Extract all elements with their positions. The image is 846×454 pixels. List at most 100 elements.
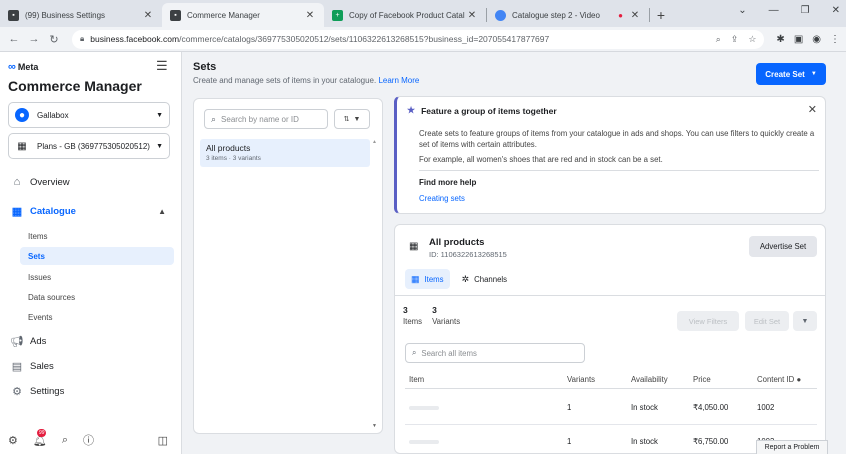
extension-icons: ✱ ▣ ◉ ⋮ [776, 34, 840, 45]
search-placeholder: Search all items [421, 348, 477, 358]
share-icon[interactable]: ⇪ [731, 34, 739, 45]
page-subtitle: Create and manage sets of items in your … [193, 76, 419, 85]
close-icon[interactable]: ✕ [142, 10, 154, 21]
extensions-icon[interactable]: ✱ [776, 34, 784, 45]
forward-icon[interactable]: → [26, 33, 42, 45]
catalogue-grid-icon: ▦ [11, 205, 23, 218]
tab-items[interactable]: ▦ Items [405, 269, 450, 289]
create-set-button[interactable]: Create Set ▼ [756, 63, 826, 85]
sidebar-item-ads[interactable]: 📢︎ Ads [8, 331, 174, 351]
scroll-down-icon[interactable]: ▼ [372, 423, 377, 429]
restore-icon[interactable]: ❐ [801, 5, 810, 16]
sidebar-item-issues[interactable]: Issues [20, 268, 174, 286]
set-grid-icon: ▦ [409, 241, 419, 252]
hamburger-menu-icon[interactable]: ☰ [156, 58, 168, 74]
url-field[interactable]: 🔒︎ business.facebook.com/commerce/catalo… [72, 29, 765, 49]
facebook-icon: ▪ [8, 9, 19, 21]
tab-search-icon[interactable]: ⌄ [738, 5, 746, 16]
close-icon[interactable]: ✕ [466, 10, 478, 21]
menu-kebab-icon[interactable]: ⋮ [830, 34, 840, 45]
tab-channels[interactable]: ✲ Channels [456, 269, 514, 289]
catalog-selector[interactable]: ▦ Plans - GB (369775305020512) ▼ [8, 133, 170, 159]
column-header-label: Content ID [757, 375, 795, 384]
app-title: Commerce Manager [8, 78, 142, 94]
sidebar-item-events[interactable]: Events [20, 308, 174, 326]
advertise-set-button[interactable]: Advertise Set [749, 236, 817, 257]
set-meta: 3 items · 3 variants [206, 155, 261, 162]
sidebar-footer: ⚙ 🔔︎ 99 ⌕ ⓘ ◫ [8, 428, 174, 448]
home-icon: ⌂ [13, 176, 21, 188]
browser-tab-video[interactable]: Catalogue step 2 - Video ● ✕ [487, 3, 649, 27]
view-filters-button[interactable]: View Filters [677, 311, 739, 331]
edit-set-button[interactable]: Edit Set [745, 311, 789, 331]
column-header-price[interactable]: Price [693, 375, 711, 384]
scrollbar[interactable]: ▲ ▼ [372, 139, 378, 429]
page-title: Sets [193, 61, 217, 73]
creating-sets-link[interactable]: Creating sets [419, 194, 465, 203]
zoom-icon[interactable]: ⌕ [716, 34, 721, 45]
sidepanel-icon[interactable]: ▣ [794, 34, 803, 45]
sidebar-item-sets[interactable]: Sets [20, 247, 174, 265]
account-selector[interactable]: ● Gallabox ▼ [8, 102, 170, 128]
help-icon[interactable]: ⓘ [83, 432, 94, 448]
new-tab-icon[interactable]: + [650, 7, 672, 23]
close-window-icon[interactable]: ✕ [832, 5, 840, 16]
profile-icon[interactable]: ◉ [812, 34, 821, 45]
table-row[interactable]: 1 In stock ₹4,050.00 1002 [405, 391, 817, 425]
sets-search-input[interactable]: ⌕ Search by name or ID [204, 109, 328, 129]
gear-icon: ⚙ [12, 385, 22, 398]
browser-tab-commerce-manager[interactable]: ▪ Commerce Manager ✕ [162, 3, 324, 27]
cell-variants: 1 [567, 437, 572, 446]
info-icon: ● [796, 375, 802, 384]
address-bar-row: ← → ↻ 🔒︎ business.facebook.com/commerce/… [0, 27, 846, 52]
browser-tab-business-settings[interactable]: ▪ (99) Business Settings ✕ [0, 3, 162, 27]
account-name: Gallabox [37, 110, 69, 120]
commerce-icon: ▪ [170, 9, 181, 21]
browser-tab-sheets[interactable]: + Copy of Facebook Product Catal ✕ [324, 3, 486, 27]
sidebar-item-catalogue[interactable]: ▦ Catalogue ▲ [8, 201, 174, 221]
sidebar-item-data-sources[interactable]: Data sources [20, 288, 174, 306]
settings-gear-icon[interactable]: ⚙ [8, 434, 18, 447]
close-icon[interactable]: ✕ [808, 103, 817, 116]
scroll-up-icon[interactable]: ▲ [372, 139, 377, 145]
sidebar-item-items[interactable]: Items [20, 227, 174, 245]
notifications-icon[interactable]: 🔔︎ 99 [33, 428, 47, 447]
variants-count: 3 Variants [432, 305, 460, 326]
learn-more-link[interactable]: Learn More [378, 76, 419, 85]
sidebar-item-overview[interactable]: ⌂ Overview [8, 172, 174, 192]
report-problem-button[interactable]: Report a Problem [756, 440, 828, 454]
set-tabs: ▦ Items ✲ Channels [405, 269, 513, 289]
sort-button[interactable]: ⇅ ▼ [334, 109, 370, 129]
collapse-panel-icon[interactable]: ◫ [158, 434, 168, 447]
sidebar: ∞ Meta ☰ Commerce Manager ● Gallabox ▼ ▦ … [0, 52, 182, 454]
search-icon[interactable]: ⌕ [62, 434, 68, 447]
bookmark-star-icon[interactable]: ☆ [748, 34, 756, 45]
channels-icon: ✲ [461, 273, 470, 284]
video-icon [495, 9, 506, 21]
search-placeholder: Search by name or ID [221, 114, 299, 124]
url-path: /commerce/catalogs/369775305020512/sets/… [179, 34, 550, 44]
cell-price: ₹6,750.00 [693, 437, 729, 446]
cell-availability: In stock [631, 403, 658, 412]
column-header-availability[interactable]: Availability [631, 375, 668, 384]
column-header-variants[interactable]: Variants [567, 375, 595, 384]
column-header-item[interactable]: Item [409, 375, 424, 384]
column-header-content-id[interactable]: Content ID ● [757, 375, 801, 384]
info-card-description: Create sets to feature groups of items f… [419, 129, 815, 149]
reload-icon[interactable]: ↻ [46, 33, 62, 46]
minimize-icon[interactable]: — [769, 5, 779, 16]
close-icon[interactable]: ✕ [304, 10, 316, 21]
set-list-item[interactable]: All products 3 items · 3 variants [200, 139, 370, 167]
back-icon[interactable]: ← [6, 33, 22, 45]
sidebar-item-sales[interactable]: ▤ Sales [8, 356, 174, 376]
search-icon: ⌕ [211, 113, 217, 124]
more-options-button[interactable]: ▼ [793, 311, 817, 331]
variants-count-label: Variants [432, 317, 461, 326]
close-icon[interactable]: ✕ [629, 10, 641, 21]
items-search-input[interactable]: ⌕ Search all items [405, 343, 585, 363]
cell-content-id: 1002 [757, 403, 775, 412]
sidebar-item-settings[interactable]: ⚙ Settings [8, 381, 174, 401]
notification-badge: 99 [36, 428, 47, 437]
tab-title: Commerce Manager [187, 10, 260, 20]
cell-price: ₹4,050.00 [693, 403, 729, 412]
